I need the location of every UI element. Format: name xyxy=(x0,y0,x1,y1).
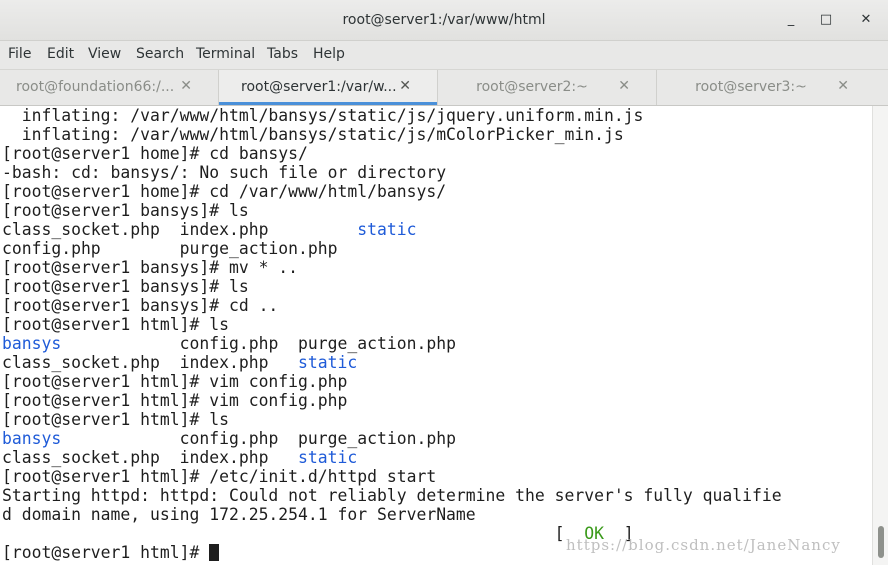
terminal-line: config.php purge_action.php xyxy=(2,239,338,258)
window-title: root@server1:/var/www/html xyxy=(342,12,546,28)
terminal-line: [root@server1 html]# vim config.php xyxy=(2,372,348,391)
scrollbar-thumb[interactable] xyxy=(878,526,884,558)
terminal-line: class_socket.php index.php static xyxy=(2,353,358,372)
terminal-line: d domain name, using 172.25.254.1 for Se… xyxy=(2,505,476,524)
tab-close-icon[interactable]: ✕ xyxy=(399,78,411,94)
close-button[interactable]: ✕ xyxy=(856,10,876,30)
tab-server2[interactable]: root@server2:~ ✕ xyxy=(438,70,657,105)
menu-help[interactable]: Help xyxy=(313,46,345,62)
menu-search[interactable]: Search xyxy=(136,46,184,62)
tab-close-icon[interactable]: ✕ xyxy=(180,78,192,94)
terminal-line: [root@server1 bansys]# mv * .. xyxy=(2,258,299,277)
directory-name: bansys xyxy=(2,334,62,353)
tab-close-icon[interactable]: ✕ xyxy=(618,78,630,94)
menu-terminal[interactable]: Terminal xyxy=(196,46,255,62)
terminal-line: [root@server1 home]# cd bansys/ xyxy=(2,144,308,163)
menu-file[interactable]: File xyxy=(8,46,31,62)
tab-bar: root@foundation66:/... ✕ root@server1:/v… xyxy=(0,70,888,106)
terminal-line: bansys config.php purge_action.php xyxy=(2,429,456,448)
title-bar[interactable]: root@server1:/var/www/html _ □ ✕ xyxy=(0,0,888,41)
watermark: https://blog.csdn.net/JaneNancy xyxy=(566,536,841,554)
menu-view[interactable]: View xyxy=(88,46,121,62)
directory-name: bansys xyxy=(2,429,62,448)
directory-name: static xyxy=(298,448,358,467)
terminal-line: [root@server1 home]# cd /var/www/html/ba… xyxy=(2,182,447,201)
maximize-button[interactable]: □ xyxy=(816,10,836,30)
terminal-line: -bash: cd: bansys/: No such file or dire… xyxy=(2,163,447,182)
menu-edit[interactable]: Edit xyxy=(47,46,74,62)
tab-foundation66[interactable]: root@foundation66:/... ✕ xyxy=(0,70,219,105)
tab-close-icon[interactable]: ✕ xyxy=(837,78,849,94)
terminal-prompt-line[interactable]: [root@server1 html]# xyxy=(2,543,220,562)
terminal-line: [root@server1 html]# /etc/init.d/httpd s… xyxy=(2,467,437,486)
tab-label: root@server1:/var/w... xyxy=(241,79,397,95)
menu-bar: File Edit View Search Terminal Tabs Help xyxy=(0,41,888,70)
tab-label: root@foundation66:/... xyxy=(16,79,175,95)
terminal-line: class_socket.php index.php static xyxy=(2,448,358,467)
tab-server1[interactable]: root@server1:/var/w... ✕ xyxy=(219,70,438,105)
terminal-line: inflating: /var/www/html/bansys/static/j… xyxy=(2,125,624,144)
terminal-line: [root@server1 html]# ls xyxy=(2,315,229,334)
tab-label: root@server3:~ xyxy=(695,79,807,95)
tab-server3[interactable]: root@server3:~ ✕ xyxy=(657,70,875,105)
terminal-line: [root@server1 bansys]# cd .. xyxy=(2,296,279,315)
terminal-line: Starting httpd: httpd: Could not reliabl… xyxy=(2,486,782,505)
terminal-line: [ OK ] xyxy=(2,524,634,543)
terminal-output[interactable]: inflating: /var/www/html/bansys/static/j… xyxy=(0,106,872,565)
terminal-line: [root@server1 html]# ls xyxy=(2,410,229,429)
tab-label: root@server2:~ xyxy=(476,79,588,95)
cursor xyxy=(209,544,220,561)
menu-tabs[interactable]: Tabs xyxy=(267,46,298,62)
terminal-line: [root@server1 bansys]# ls xyxy=(2,277,249,296)
terminal-line: inflating: /var/www/html/bansys/static/j… xyxy=(2,106,644,125)
active-tab-indicator xyxy=(219,102,437,105)
terminal-line: [root@server1 html]# vim config.php xyxy=(2,391,348,410)
terminal-line: class_socket.php index.php static xyxy=(2,220,417,239)
terminal-line: [root@server1 bansys]# ls xyxy=(2,201,249,220)
terminal-line: bansys config.php purge_action.php xyxy=(2,334,456,353)
minimize-button[interactable]: _ xyxy=(781,10,801,30)
scrollbar[interactable] xyxy=(872,106,888,565)
directory-name: static xyxy=(357,220,417,239)
directory-name: static xyxy=(298,353,358,372)
